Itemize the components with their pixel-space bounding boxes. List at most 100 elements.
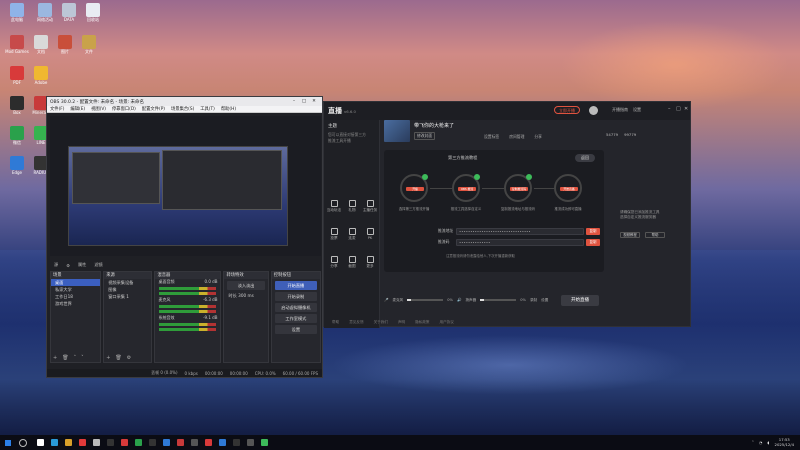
share-link[interactable]: 分享 — [534, 134, 542, 140]
transition-select[interactable]: 淡入淡出 — [227, 281, 265, 290]
close-icon[interactable]: ✕ — [684, 106, 688, 112]
menu-item[interactable]: 停靠窗口(D) — [112, 106, 136, 112]
room-title[interactable]: 带飞你的大枪来了 — [414, 122, 454, 129]
volume-icon[interactable]: ◖ — [767, 440, 769, 445]
go-live-button[interactable]: 开始直播 — [561, 295, 599, 306]
speaker-icon[interactable]: 🔊 — [457, 298, 461, 302]
duration-field[interactable]: 300 ms — [238, 293, 254, 298]
down-icon[interactable]: ˅ — [81, 355, 84, 361]
tool-button[interactable]: 截图 — [344, 256, 360, 269]
desktop-icon[interactable]: 文件 — [74, 35, 104, 54]
control-button[interactable]: 开始录制 — [274, 292, 317, 301]
gear-icon[interactable]: ⚙ — [127, 355, 131, 361]
video-tutorial-button[interactable]: 视频教程 — [620, 232, 640, 238]
mic-volume-slider[interactable] — [407, 299, 444, 301]
taskbar-app-icon[interactable] — [107, 439, 114, 446]
record-button[interactable]: 录制 — [530, 298, 537, 303]
menu-item[interactable]: 编辑(E) — [70, 106, 85, 112]
footer-link[interactable]: 关于我们 — [374, 320, 388, 325]
footer-link[interactable]: 隐私政策 — [415, 320, 429, 325]
maximize-icon[interactable]: □ — [299, 99, 309, 104]
add-icon[interactable]: + — [53, 355, 57, 361]
control-button[interactable]: 启动虚拟摄像机 — [274, 303, 317, 312]
taskbar-app-icon[interactable] — [65, 439, 72, 446]
taskbar-app-icon[interactable] — [247, 439, 254, 446]
minimize-icon[interactable]: – — [289, 99, 299, 104]
go-live-top-button[interactable]: 立即开播 — [554, 106, 580, 114]
copy-button[interactable]: 复制 — [586, 228, 600, 235]
menu-item[interactable]: 场景集合(S) — [171, 106, 194, 112]
tool-button[interactable]: 连麦 — [344, 228, 360, 241]
tool-button[interactable]: 互动玩法 — [326, 200, 342, 213]
taskbar-app-icon[interactable] — [205, 439, 212, 446]
add-icon[interactable]: + — [106, 355, 110, 361]
taskbar-app-icon[interactable] — [121, 439, 128, 446]
scene-item[interactable]: 游戏世界 — [51, 300, 100, 307]
menu-item[interactable]: 帮助(H) — [221, 106, 236, 112]
field-input[interactable]: •••••••••••••• — [456, 239, 584, 246]
tool-button[interactable]: PK — [362, 228, 378, 240]
taskbar-app-icon[interactable] — [37, 439, 44, 446]
avatar[interactable] — [589, 106, 598, 115]
footer-link[interactable]: 用户协议 — [440, 320, 454, 325]
room-manage-link[interactable]: 房间管理 — [509, 134, 524, 140]
speaker-volume-slider[interactable] — [480, 299, 517, 301]
tool-button[interactable]: 礼物 — [344, 200, 360, 213]
room-cover[interactable] — [384, 120, 410, 142]
guide-link[interactable]: 开播指南 — [612, 107, 628, 113]
trash-icon[interactable]: 🗑 — [115, 355, 121, 361]
network-icon[interactable]: ◔ — [759, 440, 763, 445]
obs-preview[interactable] — [50, 116, 321, 256]
tool-button[interactable]: 更多 — [362, 256, 378, 269]
source-item[interactable]: 窗口采集 1 — [104, 293, 151, 300]
control-button[interactable]: 工作室模式 — [274, 314, 317, 323]
minimize-icon[interactable]: – — [668, 106, 671, 112]
set-tag-link[interactable]: 设置标签 — [484, 134, 499, 140]
menu-item[interactable]: 文件(F) — [50, 106, 64, 112]
taskbar-app-icon[interactable] — [149, 439, 156, 446]
control-button[interactable]: 开始直播 — [274, 281, 317, 290]
taskbar-app-icon[interactable] — [93, 439, 100, 446]
close-icon[interactable]: ✕ — [309, 99, 319, 104]
source-item[interactable]: 视频采集设备 — [104, 279, 151, 286]
filter-button[interactable]: 滤镜 — [94, 262, 102, 268]
properties-button[interactable]: 属性 — [78, 262, 86, 268]
chevron-up-icon[interactable]: ˄ — [752, 440, 754, 445]
maximize-icon[interactable]: □ — [676, 106, 681, 112]
start-icon[interactable] — [5, 439, 11, 446]
footer-link[interactable]: 声明 — [398, 320, 405, 325]
tool-button[interactable]: 投票 — [326, 228, 342, 241]
menu-item[interactable]: 视图(V) — [91, 106, 106, 112]
search-icon[interactable] — [19, 438, 27, 447]
gear-icon[interactable]: ⚙ — [66, 263, 70, 268]
taskbar-app-icon[interactable] — [177, 439, 184, 446]
taskbar-app-icon[interactable] — [163, 439, 170, 446]
tool-button[interactable]: 主播任务 — [362, 200, 378, 213]
edit-cover-button[interactable]: 修改封面 — [414, 132, 436, 140]
trash-icon[interactable]: 🗑 — [62, 355, 68, 361]
footer-link[interactable]: 帮助 — [332, 320, 339, 325]
desktop-icon[interactable]: Adobe — [26, 66, 56, 85]
taskbar-app-icon[interactable] — [261, 439, 268, 446]
desktop-icon[interactable]: 回收站 — [78, 3, 108, 22]
clock[interactable]: 17:53 2025/12/4 — [775, 437, 794, 447]
menu-item[interactable]: 配置文件(P) — [142, 106, 165, 112]
footer-link[interactable]: 意见反馈 — [349, 320, 363, 325]
taskbar-app-icon[interactable] — [51, 439, 58, 446]
menu-item[interactable]: 工具(T) — [200, 106, 215, 112]
scene-item[interactable]: 私家大学 — [51, 286, 100, 293]
settings-link[interactable]: 设置 — [633, 107, 641, 113]
control-button[interactable]: 设置 — [274, 325, 317, 334]
field-input[interactable]: •••••••••••••••••••••••••••••••• — [456, 228, 584, 235]
settings-button[interactable]: 设置 — [541, 298, 548, 303]
scene-item[interactable]: 工作日18 — [51, 293, 100, 300]
up-icon[interactable]: ˄ — [74, 355, 77, 361]
taskbar-app-icon[interactable] — [233, 439, 240, 446]
tool-button[interactable]: 分享 — [326, 256, 342, 269]
taskbar-app-icon[interactable] — [191, 439, 198, 446]
mic-icon[interactable]: 🎤 — [384, 298, 388, 302]
taskbar-app-icon[interactable] — [79, 439, 86, 446]
back-button[interactable]: 返回 — [575, 154, 595, 162]
taskbar-app-icon[interactable] — [135, 439, 142, 446]
source-item[interactable]: 图像 — [104, 286, 151, 293]
